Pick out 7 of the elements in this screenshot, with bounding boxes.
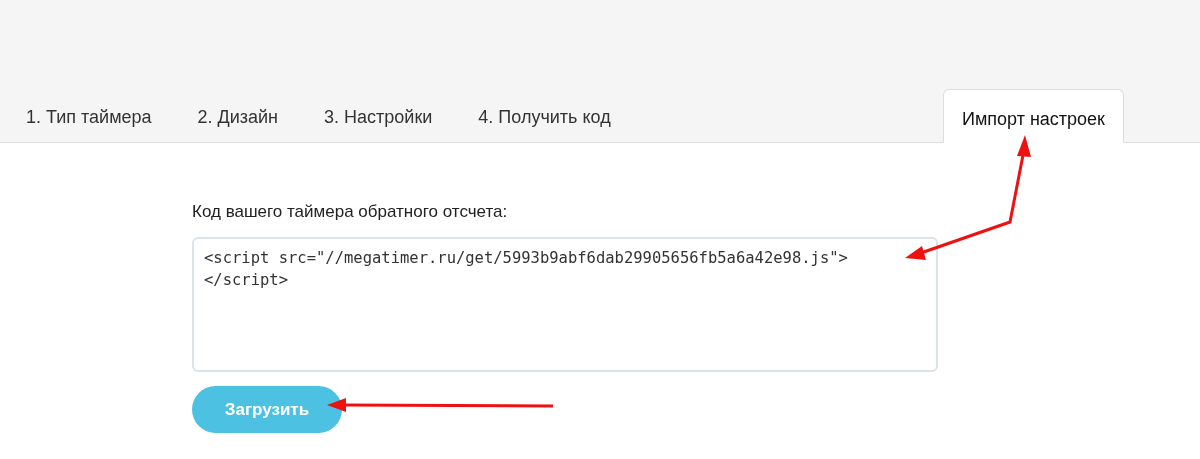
tab[interactable]: Импорт настроек [942,89,1124,143]
tab[interactable]: 2. Дизайн [181,88,295,142]
tab[interactable]: 4. Получить код [462,88,627,142]
field-label: Код вашего таймера обратного отсчета: [192,201,509,223]
tab[interactable]: 3. Настройки [308,88,449,142]
code-field[interactable]: <script src="//megatimer.ru/get/5993b9abf6dab29905656fb5a6a42e98.js"> </script> [192,237,938,372]
tab[interactable]: 1. Тип таймера [10,88,168,142]
